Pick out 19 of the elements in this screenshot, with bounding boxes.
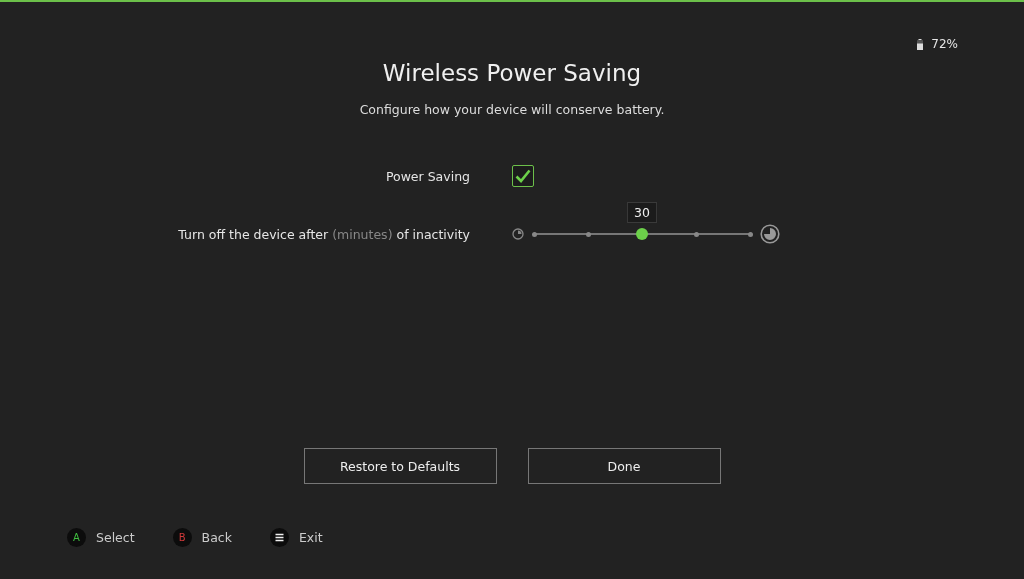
- slider-value: 30: [627, 202, 657, 223]
- setting-label: Power Saving: [385, 168, 470, 184]
- action-button[interactable]: Restore to Defaults: [303, 448, 497, 484]
- slider-thumb[interactable]: [636, 228, 648, 240]
- setting-label: Turn off the device after (minutes) of inactivity: [178, 226, 470, 242]
- action-button[interactable]: Done: [527, 448, 721, 484]
- page-subtitle: Configure how your device will conserve battery.: [359, 102, 665, 117]
- button-glyph: A: [67, 528, 86, 547]
- checkbox[interactable]: [512, 165, 534, 187]
- hint-label: Back: [201, 530, 232, 545]
- hint-label: Exit: [298, 530, 323, 545]
- hint-label: Select: [96, 530, 135, 545]
- battery-percentage: 72%: [931, 37, 958, 51]
- button-glyph: B: [172, 528, 192, 547]
- menu-icon: [269, 528, 289, 547]
- clock-icon: [512, 228, 524, 240]
- battery-icon: [917, 38, 924, 50]
- page-title: Wireless Power Saving: [382, 59, 642, 88]
- clock-icon: [760, 224, 780, 244]
